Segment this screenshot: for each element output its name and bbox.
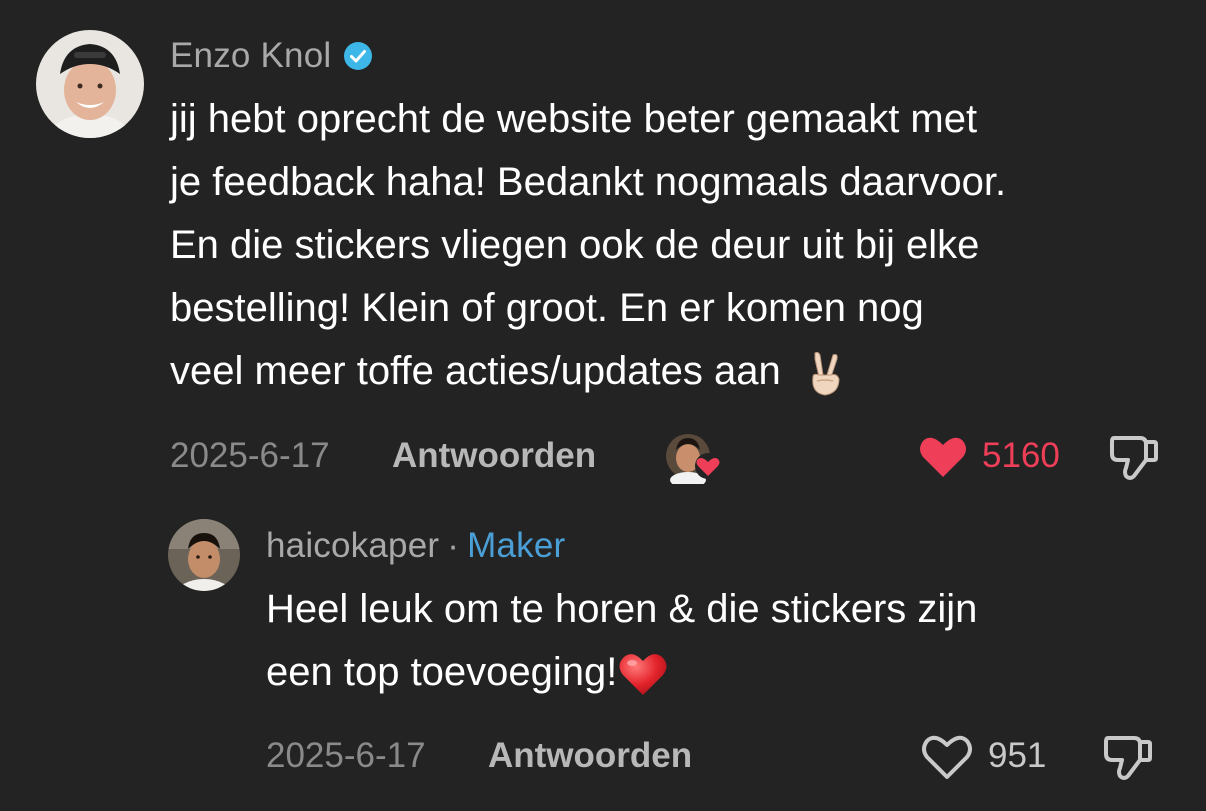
comment-author-name[interactable]: Enzo Knol [170,36,331,76]
comment-line-text: veel meer toffe acties/updates aan [170,349,781,393]
peace-hand-emoji-icon [803,349,847,397]
reply-reply-button[interactable]: Antwoorden [488,736,692,776]
reply-date: 2025-6-17 [266,736,426,775]
like-heart-outline-icon[interactable] [920,733,974,781]
comment-line: je feedback haha! Bedankt nogmaals daarv… [170,160,1007,204]
reply-author-name-row: haicokaper · Maker [266,526,565,566]
comment-line: En die stickers vliegen ook de deur uit … [170,223,980,267]
verified-badge-icon [343,41,373,71]
like-heart-filled-icon[interactable] [918,433,968,479]
reply-author-avatar[interactable] [168,519,240,591]
reply-line-last: een top toevoeging! [266,641,977,704]
name-separator: · [447,526,460,565]
comment-author-name-row: Enzo Knol [170,36,373,76]
comment-author-avatar[interactable] [36,30,144,138]
reply-author-name[interactable]: haicokaper [266,526,439,566]
maker-badge: Maker [467,526,566,565]
comment-line: jij hebt oprecht de website beter gemaak… [170,97,978,141]
dislike-icon[interactable] [1108,432,1160,482]
reply-line: Heel leuk om te horen & die stickers zij… [266,587,978,631]
reply-line-text: een top toevoeging! [266,650,618,694]
comment-like-count: 5160 [982,436,1060,475]
comment-reply-button[interactable]: Antwoorden [392,436,596,476]
comment-date: 2025-6-17 [170,436,330,475]
dislike-icon[interactable] [1102,732,1154,782]
reply-text: Heel leuk om te horen & die stickers zij… [266,578,977,704]
comment-text: jij hebt oprecht de website beter gemaak… [170,88,1006,403]
red-heart-emoji-icon [617,649,669,699]
creator-liked-indicator [664,432,726,484]
comment-line-last: veel meer toffe acties/updates aan [170,340,1006,403]
reply-like-count: 951 [988,736,1047,775]
comment-line: bestelling! Klein of groot. En er komen … [170,286,924,330]
